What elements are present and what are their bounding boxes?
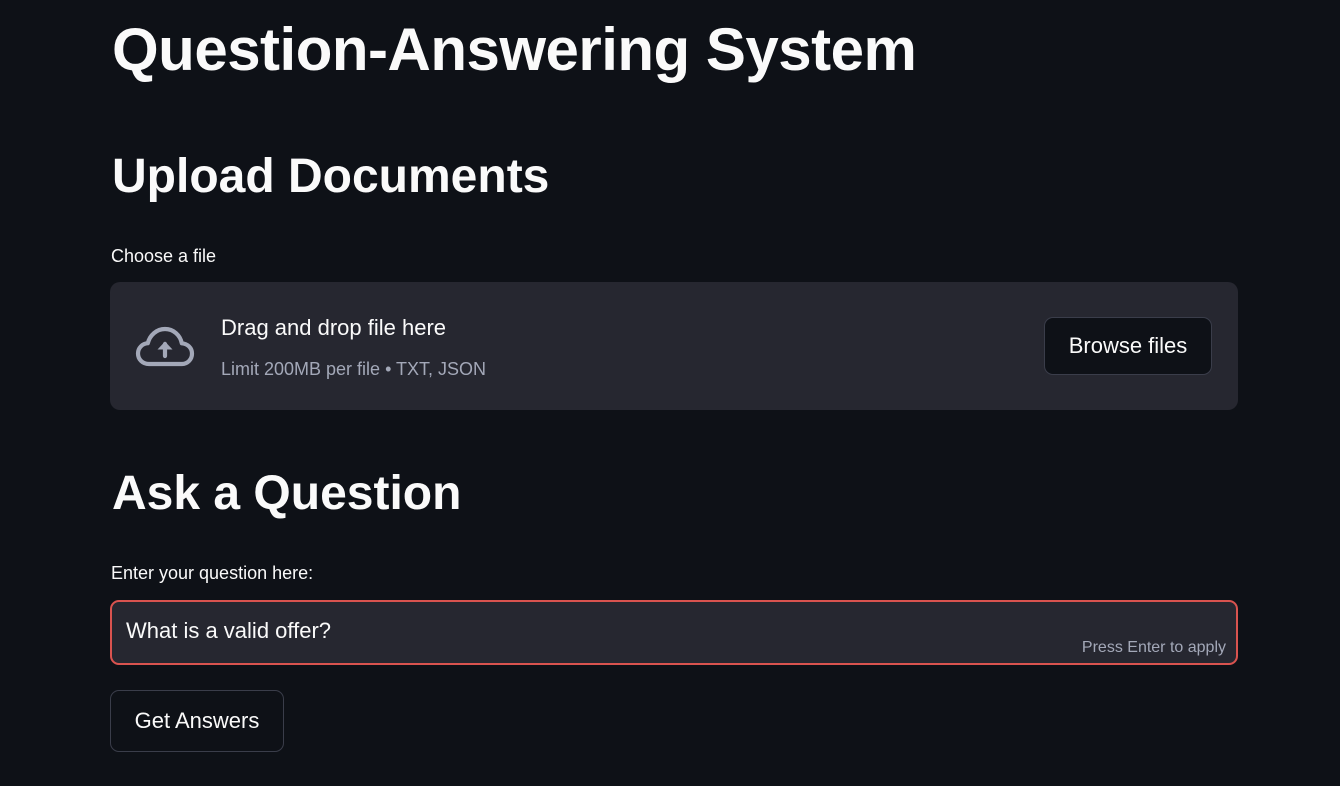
question-input[interactable] [112, 602, 1236, 663]
file-dropzone[interactable]: Drag and drop file here Limit 200MB per … [110, 282, 1238, 410]
ask-question-heading: Ask a Question [112, 467, 462, 520]
press-enter-hint: Press Enter to apply [1081, 639, 1226, 656]
app-page: Question-Answering System Upload Documen… [0, 0, 1340, 786]
browse-files-button[interactable]: Browse files [1044, 317, 1212, 375]
dropzone-instruction: Drag and drop file here [221, 315, 447, 340]
question-field[interactable]: Press Enter to apply [110, 600, 1238, 665]
upload-documents-heading: Upload Documents [112, 150, 550, 203]
cloud-upload-icon [134, 324, 196, 368]
file-uploader-label: Choose a file [111, 246, 217, 266]
page-title: Question-Answering System [112, 16, 917, 83]
get-answers-button[interactable]: Get Answers [110, 690, 284, 752]
dropzone-limit-hint: Limit 200MB per file • TXT, JSON [221, 359, 487, 379]
question-input-label: Enter your question here: [111, 563, 314, 583]
